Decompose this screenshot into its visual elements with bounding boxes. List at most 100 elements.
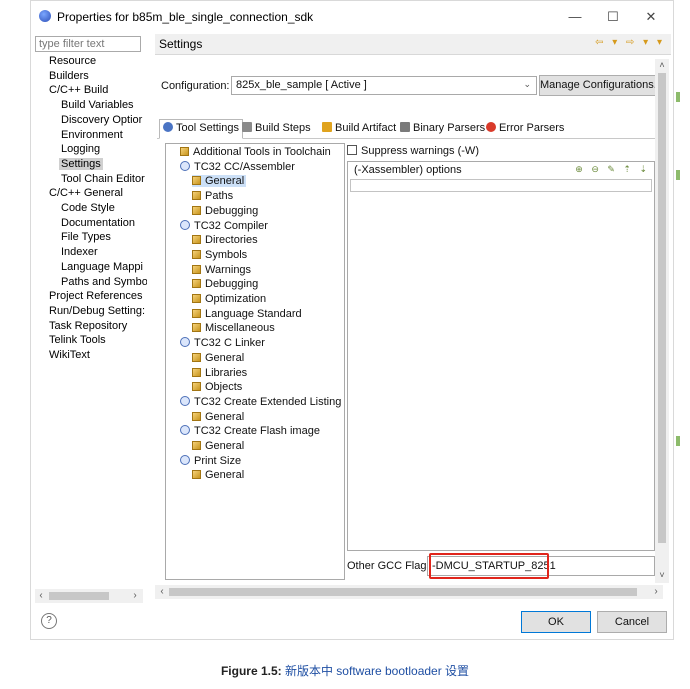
page-icon bbox=[192, 308, 201, 318]
tool-tree-page[interactable]: General bbox=[192, 175, 247, 188]
tool-tree-page[interactable]: Miscellaneous bbox=[192, 322, 275, 334]
sidebar-item[interactable]: Builders bbox=[49, 70, 89, 82]
configuration-select[interactable]: 825x_ble_sample [ Active ] ⌄ bbox=[231, 76, 537, 95]
scroll-thumb[interactable] bbox=[49, 592, 109, 600]
sidebar-item[interactable]: Logging bbox=[61, 143, 100, 155]
sidebar-item[interactable]: Indexer bbox=[61, 246, 98, 258]
xassembler-option-entry[interactable] bbox=[350, 179, 652, 192]
tool-tree-label: Debugging bbox=[205, 278, 259, 291]
sidebar-item[interactable]: Project References bbox=[49, 290, 143, 302]
window-title: Properties for b85m_ble_single_connectio… bbox=[57, 10, 314, 24]
property-tree: Resource Builders C/C++ Build Build Variabl… bbox=[31, 55, 147, 585]
left-horizontal-scrollbar[interactable]: ‹ › bbox=[35, 589, 143, 603]
right-horizontal-scrollbar[interactable]: ‹ › bbox=[155, 585, 663, 599]
chevron-down-icon: ⌄ bbox=[523, 79, 531, 89]
sidebar-item[interactable]: Settings bbox=[59, 157, 103, 170]
tab-build-steps[interactable]: Build Steps bbox=[239, 120, 314, 137]
cancel-button[interactable]: Cancel bbox=[597, 611, 667, 633]
tool-tree-label: Additional Tools in Toolchain bbox=[193, 146, 331, 158]
tool-tree-page[interactable]: Language Standard bbox=[192, 308, 302, 320]
tool-tree-item[interactable]: TC32 C Linker bbox=[180, 337, 265, 349]
tool-tree-page[interactable]: Symbols bbox=[192, 249, 247, 261]
scroll-thumb[interactable] bbox=[658, 73, 666, 543]
page-icon bbox=[192, 191, 201, 201]
minimize-button[interactable]: — bbox=[559, 6, 591, 28]
sidebar-item[interactable]: Task Repository bbox=[49, 320, 127, 332]
scroll-down-arrow-icon[interactable]: ˅ bbox=[655, 569, 669, 581]
tool-tree-page[interactable]: General bbox=[192, 411, 244, 423]
sidebar-item[interactable]: Telink Tools bbox=[49, 334, 106, 346]
sidebar-item[interactable]: C/C++ Build bbox=[49, 84, 108, 96]
sidebar-item[interactable]: Language Mappi bbox=[61, 261, 143, 273]
error-parsers-icon bbox=[486, 122, 496, 132]
tool-tree-page[interactable]: General bbox=[192, 469, 244, 481]
close-button[interactable]: ✕ bbox=[635, 6, 667, 28]
page-icon bbox=[192, 176, 201, 186]
tool-tree-item[interactable]: TC32 CC/Assembler bbox=[180, 160, 295, 173]
tool-tree-label: General bbox=[205, 175, 245, 188]
page-icon bbox=[192, 294, 201, 303]
scroll-left-arrow-icon[interactable]: ‹ bbox=[155, 585, 169, 599]
sidebar-item[interactable]: C/C++ General bbox=[49, 187, 123, 199]
xassembler-options-label: (-Xassembler) options bbox=[354, 164, 462, 176]
tool-icon bbox=[180, 160, 190, 171]
tool-tree-item[interactable]: TC32 Create Extended Listing bbox=[180, 395, 341, 408]
scroll-left-arrow-icon[interactable]: ‹ bbox=[35, 589, 47, 603]
filter-input[interactable]: type filter text bbox=[35, 36, 141, 52]
tab-build-artifact[interactable]: Build Artifact bbox=[319, 120, 399, 137]
edge-mark bbox=[676, 92, 680, 102]
scroll-right-arrow-icon[interactable]: › bbox=[649, 585, 663, 599]
tool-tree-page[interactable]: Directories bbox=[192, 234, 258, 246]
tool-tree-page[interactable]: General bbox=[192, 352, 244, 364]
history-nav-icons[interactable]: ⇦ ▾ ⇨ ▾ ▾ bbox=[595, 37, 665, 48]
scroll-right-arrow-icon[interactable]: › bbox=[129, 589, 141, 603]
ok-button[interactable]: OK bbox=[521, 611, 591, 633]
sidebar-item[interactable]: Discovery Optior bbox=[61, 114, 142, 126]
sidebar-item[interactable]: Documentation bbox=[61, 217, 135, 229]
page-icon bbox=[192, 279, 201, 289]
sidebar-item[interactable]: WikiText bbox=[49, 349, 90, 361]
sidebar-item[interactable]: Run/Debug Setting: bbox=[49, 305, 145, 317]
tool-tree-label: TC32 Compiler bbox=[194, 219, 268, 232]
tab-tool-settings[interactable]: Tool Settings bbox=[159, 119, 243, 139]
tool-tree-page[interactable]: Paths bbox=[192, 190, 233, 202]
page-icon bbox=[192, 367, 201, 377]
tool-tree-page[interactable]: Objects bbox=[192, 381, 242, 393]
page-icon bbox=[192, 235, 201, 245]
tool-tree-page[interactable]: Libraries bbox=[192, 367, 247, 379]
edge-mark bbox=[676, 436, 680, 446]
sidebar-item[interactable]: Resource bbox=[49, 55, 96, 67]
checkbox-icon[interactable] bbox=[347, 145, 357, 155]
tool-tree-item[interactable]: TC32 Compiler bbox=[180, 219, 268, 232]
tool-tree-page[interactable]: General bbox=[192, 440, 244, 452]
suppress-warnings-checkbox[interactable]: Suppress warnings (-W) bbox=[347, 145, 479, 157]
tab-binary-parsers[interactable]: Binary Parsers bbox=[397, 120, 488, 137]
tool-tree-item[interactable]: TC32 Create Flash image bbox=[180, 425, 320, 437]
tool-icon bbox=[180, 454, 190, 465]
sidebar-item[interactable]: File Types bbox=[61, 231, 111, 243]
right-vertical-scrollbar[interactable]: ˄ ˅ bbox=[655, 59, 669, 583]
scroll-up-arrow-icon[interactable]: ˄ bbox=[655, 59, 669, 71]
sidebar-item[interactable]: Code Style bbox=[61, 202, 115, 214]
xassembler-options-list: (-Xassembler) options ⊕ ⊖ ✎ ⇡ ⇣ bbox=[347, 161, 655, 551]
other-gcc-flags-label: Other GCC Flags bbox=[347, 560, 432, 572]
tool-tree-item[interactable]: Print Size bbox=[180, 454, 241, 467]
tool-tree-page[interactable]: Warnings bbox=[192, 264, 251, 276]
tool-tree-label: General bbox=[205, 469, 245, 482]
tool-tree-page[interactable]: Debugging bbox=[192, 278, 258, 290]
tool-tree-page[interactable]: Additional Tools in Toolchain bbox=[180, 146, 331, 158]
tool-icon bbox=[180, 219, 190, 230]
scroll-thumb[interactable] bbox=[169, 588, 637, 596]
help-icon[interactable]: ? bbox=[41, 613, 57, 629]
sidebar-item[interactable]: Tool Chain Editor bbox=[61, 173, 145, 185]
sidebar-item[interactable]: Build Variables bbox=[61, 99, 134, 111]
list-toolbar-icons[interactable]: ⊕ ⊖ ✎ ⇡ ⇣ bbox=[575, 164, 650, 175]
sidebar-item[interactable]: Paths and Symbo bbox=[61, 276, 147, 288]
maximize-button[interactable]: ☐ bbox=[597, 6, 629, 28]
tool-tree-page[interactable]: Optimization bbox=[192, 293, 266, 305]
tab-error-parsers[interactable]: Error Parsers bbox=[483, 120, 567, 137]
page-icon bbox=[192, 382, 201, 392]
tool-tree-page[interactable]: Debugging bbox=[192, 205, 258, 217]
manage-configurations-button[interactable]: Manage Configurations... bbox=[539, 75, 657, 96]
sidebar-item[interactable]: Environment bbox=[61, 129, 123, 141]
